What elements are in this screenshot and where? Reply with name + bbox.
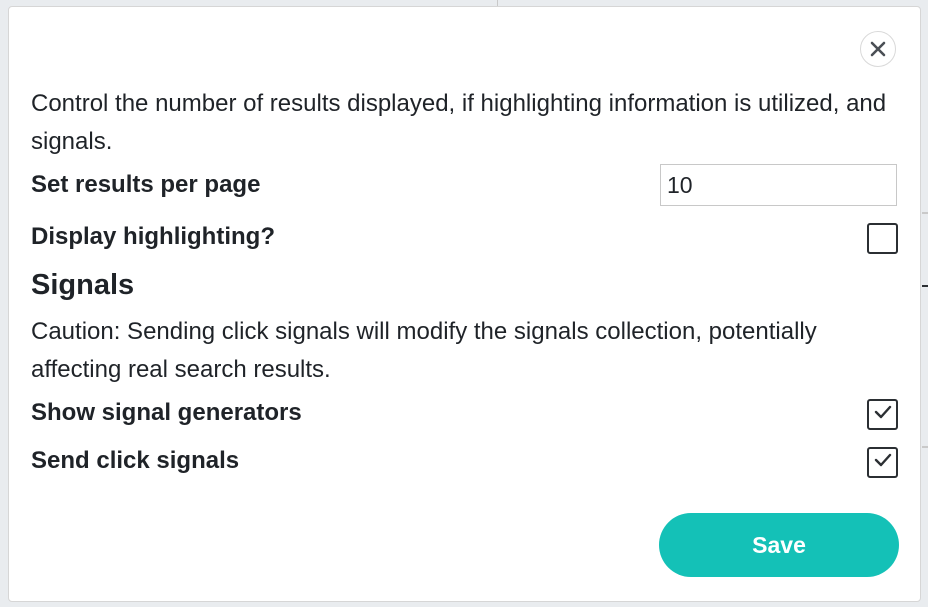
backdrop-tick [922, 212, 928, 214]
signals-caution-text: Caution: Sending click signals will modi… [31, 318, 817, 383]
save-button[interactable]: Save [659, 513, 899, 577]
close-icon [870, 41, 886, 57]
checkmark-icon [874, 453, 892, 472]
send-click-signals-checkbox[interactable] [867, 447, 898, 478]
backdrop-tick [922, 285, 928, 287]
search-settings-dialog: Control the number of results displayed,… [8, 6, 921, 602]
display-highlighting-label: Display highlighting? [31, 223, 275, 250]
signals-heading: Signals [31, 269, 135, 301]
dialog-description: Control the number of results displayed,… [31, 90, 887, 155]
send-click-signals-label: Send click signals [31, 447, 240, 474]
results-per-page-label: Set results per page [31, 171, 261, 198]
show-signal-generators-checkbox[interactable] [867, 399, 898, 430]
backdrop-tick [922, 446, 928, 448]
show-signal-generators-label: Show signal generators [31, 399, 302, 426]
display-highlighting-checkbox[interactable] [867, 223, 898, 254]
checkmark-icon [874, 405, 892, 424]
close-button[interactable] [860, 31, 896, 67]
results-per-page-input[interactable] [660, 164, 897, 206]
